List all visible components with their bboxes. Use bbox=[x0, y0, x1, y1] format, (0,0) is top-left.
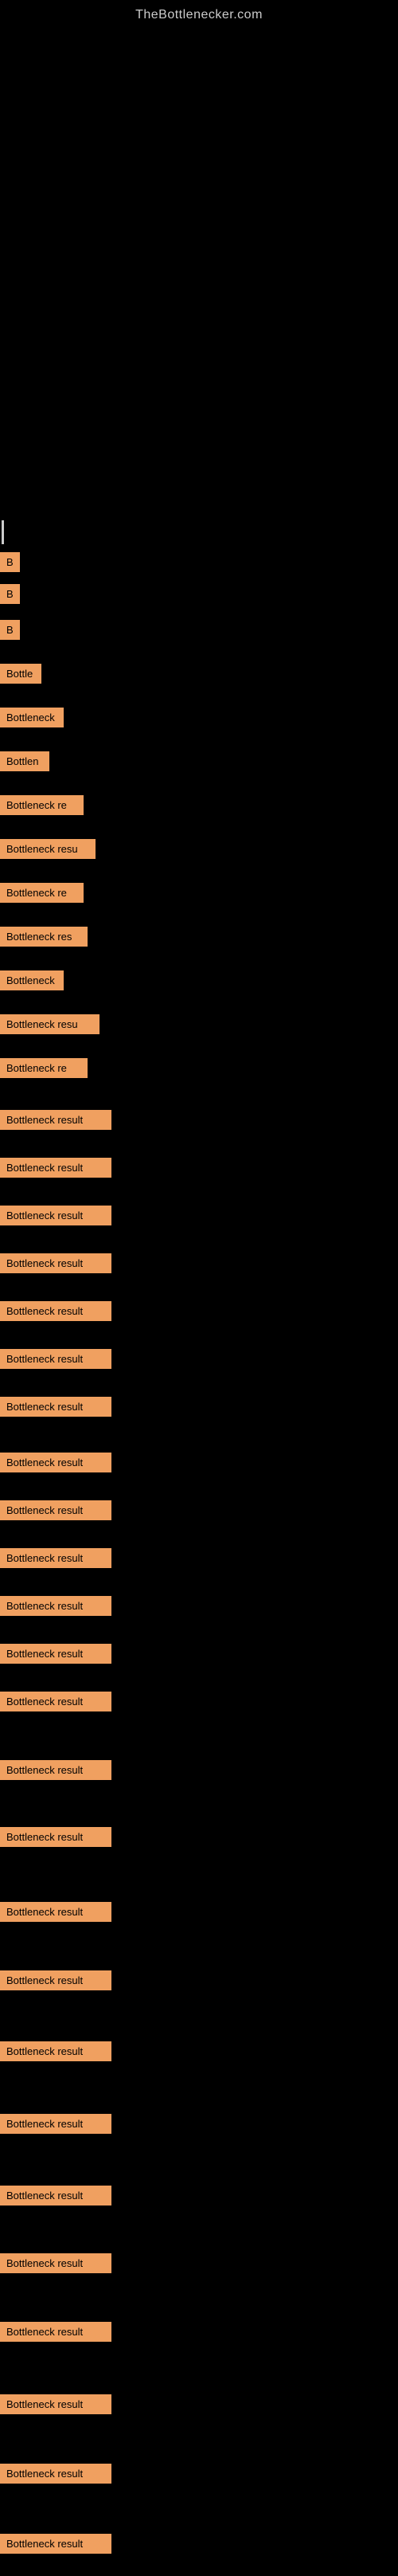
result-label-24: Bottleneck result bbox=[0, 1596, 111, 1616]
result-item-17: Bottleneck result bbox=[0, 1253, 111, 1273]
result-label-27: Bottleneck result bbox=[0, 1760, 111, 1780]
result-label-9: Bottleneck re bbox=[0, 883, 84, 903]
result-item-27: Bottleneck result bbox=[0, 1760, 111, 1780]
result-label-20: Bottleneck result bbox=[0, 1397, 111, 1417]
result-label-7: Bottleneck re bbox=[0, 795, 84, 815]
result-label-3: B bbox=[0, 620, 20, 640]
result-label-1: B bbox=[0, 552, 20, 572]
result-label-22: Bottleneck result bbox=[0, 1500, 111, 1520]
result-item-34: Bottleneck result bbox=[0, 2253, 111, 2273]
result-item-30: Bottleneck result bbox=[0, 1970, 111, 1990]
result-item-5: Bottleneck bbox=[0, 708, 64, 727]
result-label-6: Bottlen bbox=[0, 751, 49, 771]
result-label-21: Bottleneck result bbox=[0, 1453, 111, 1472]
result-item-23: Bottleneck result bbox=[0, 1548, 111, 1568]
result-item-13: Bottleneck re bbox=[0, 1058, 88, 1078]
result-label-23: Bottleneck result bbox=[0, 1548, 111, 1568]
result-item-9: Bottleneck re bbox=[0, 883, 84, 903]
result-label-10: Bottleneck res bbox=[0, 927, 88, 947]
result-label-4: Bottle bbox=[0, 664, 41, 684]
result-label-11: Bottleneck bbox=[0, 970, 64, 990]
result-label-34: Bottleneck result bbox=[0, 2253, 111, 2273]
result-label-16: Bottleneck result bbox=[0, 1206, 111, 1225]
result-item-1: B bbox=[0, 552, 20, 572]
result-item-16: Bottleneck result bbox=[0, 1206, 111, 1225]
result-item-11: Bottleneck bbox=[0, 970, 64, 990]
result-label-15: Bottleneck result bbox=[0, 1158, 111, 1178]
result-item-31: Bottleneck result bbox=[0, 2041, 111, 2061]
result-item-22: Bottleneck result bbox=[0, 1500, 111, 1520]
result-item-20: Bottleneck result bbox=[0, 1397, 111, 1417]
result-label-33: Bottleneck result bbox=[0, 2186, 111, 2205]
result-item-4: Bottle bbox=[0, 664, 41, 684]
result-label-35: Bottleneck result bbox=[0, 2322, 111, 2342]
result-item-8: Bottleneck resu bbox=[0, 839, 96, 859]
result-item-19: Bottleneck result bbox=[0, 1349, 111, 1369]
result-item-29: Bottleneck result bbox=[0, 1902, 111, 1922]
result-label-17: Bottleneck result bbox=[0, 1253, 111, 1273]
result-item-7: Bottleneck re bbox=[0, 795, 84, 815]
result-item-25: Bottleneck result bbox=[0, 1644, 111, 1664]
result-label-37: Bottleneck result bbox=[0, 2464, 111, 2484]
result-label-32: Bottleneck result bbox=[0, 2114, 111, 2134]
result-item-10: Bottleneck res bbox=[0, 927, 88, 947]
result-label-18: Bottleneck result bbox=[0, 1301, 111, 1321]
result-item-32: Bottleneck result bbox=[0, 2114, 111, 2134]
result-label-12: Bottleneck resu bbox=[0, 1014, 100, 1034]
result-item-28: Bottleneck result bbox=[0, 1827, 111, 1847]
cursor-line bbox=[2, 520, 4, 544]
result-item-37: Bottleneck result bbox=[0, 2464, 111, 2484]
result-item-35: Bottleneck result bbox=[0, 2322, 111, 2342]
result-item-3: B bbox=[0, 620, 20, 640]
result-label-19: Bottleneck result bbox=[0, 1349, 111, 1369]
result-item-36: Bottleneck result bbox=[0, 2394, 111, 2414]
result-label-25: Bottleneck result bbox=[0, 1644, 111, 1664]
result-label-36: Bottleneck result bbox=[0, 2394, 111, 2414]
result-item-6: Bottlen bbox=[0, 751, 49, 771]
result-item-26: Bottleneck result bbox=[0, 1692, 111, 1711]
result-label-13: Bottleneck re bbox=[0, 1058, 88, 1078]
result-label-28: Bottleneck result bbox=[0, 1827, 111, 1847]
result-item-33: Bottleneck result bbox=[0, 2186, 111, 2205]
result-label-29: Bottleneck result bbox=[0, 1902, 111, 1922]
result-item-38: Bottleneck result bbox=[0, 2534, 111, 2554]
result-item-2: B bbox=[0, 584, 20, 604]
result-item-21: Bottleneck result bbox=[0, 1453, 111, 1472]
result-label-8: Bottleneck resu bbox=[0, 839, 96, 859]
site-title: TheBottlenecker.com bbox=[0, 0, 398, 26]
result-label-14: Bottleneck result bbox=[0, 1110, 111, 1130]
result-label-30: Bottleneck result bbox=[0, 1970, 111, 1990]
result-label-26: Bottleneck result bbox=[0, 1692, 111, 1711]
result-item-24: Bottleneck result bbox=[0, 1596, 111, 1616]
result-label-31: Bottleneck result bbox=[0, 2041, 111, 2061]
result-label-38: Bottleneck result bbox=[0, 2534, 111, 2554]
result-label-5: Bottleneck bbox=[0, 708, 64, 727]
result-item-15: Bottleneck result bbox=[0, 1158, 111, 1178]
result-item-18: Bottleneck result bbox=[0, 1301, 111, 1321]
result-item-12: Bottleneck resu bbox=[0, 1014, 100, 1034]
result-label-2: B bbox=[0, 584, 20, 604]
result-item-14: Bottleneck result bbox=[0, 1110, 111, 1130]
